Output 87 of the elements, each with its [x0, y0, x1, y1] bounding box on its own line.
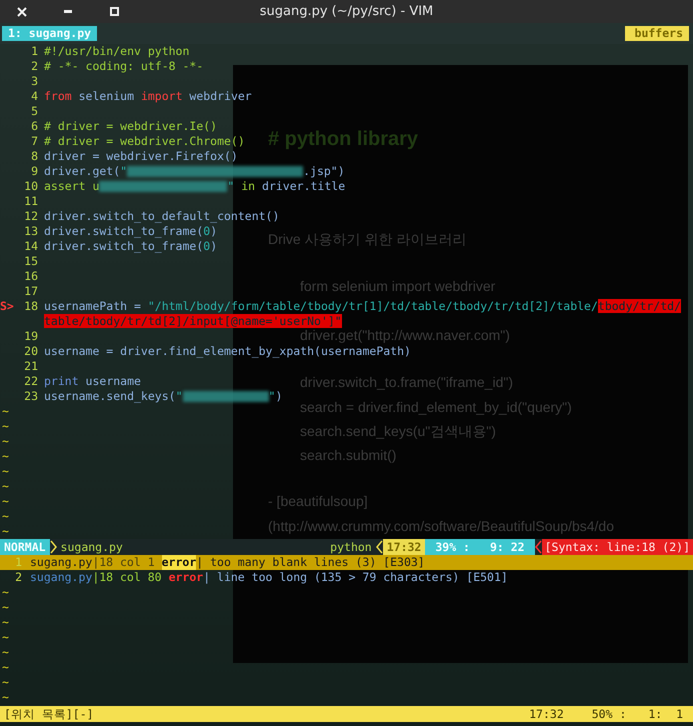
line-number: 19 — [23, 329, 38, 344]
quickfix-location: |18 col 1 — [92, 555, 155, 570]
line-number: 20 — [23, 344, 38, 359]
error-sign: S> — [0, 299, 14, 314]
empty-line-marker: ~ — [1, 600, 9, 614]
code-line: # driver = webdriver.Chrome() — [44, 134, 245, 149]
buffers-label: buffers — [624, 26, 689, 41]
code-line: usernamePath = "/html/body/form/table/tbody/tr[1]/td/table/tbody/tr/td[2]/table/tbody/tr/td/ — [44, 299, 681, 314]
empty-line-marker: ~ — [1, 675, 9, 689]
empty-line-marker: ~ — [1, 690, 9, 704]
code-line: username.send_keys(" ") — [44, 389, 282, 404]
separator-icon — [50, 540, 57, 554]
status-file: sugang.py — [60, 539, 124, 555]
code-line: driver.switch_to_frame(0) — [44, 239, 218, 254]
code-line: driver.get(" .jsp") — [44, 164, 345, 179]
empty-line-marker: ~ — [1, 464, 9, 478]
code-line: assert u " in driver.title — [44, 179, 346, 194]
empty-line-marker: ~ — [1, 449, 9, 463]
line-number: 23 — [23, 389, 38, 404]
list-title: [위치 목록][-] — [3, 706, 95, 722]
line-number: 2 — [14, 570, 22, 585]
line-number: 16 — [23, 269, 38, 284]
close-icon — [17, 6, 27, 16]
code-line: from selenium import webdriver — [44, 89, 252, 104]
quickfix-row[interactable]: 1 sugang.py|18 col 1 error| too many blank lines (3) [E303] — [0, 555, 693, 570]
line-number: 3 — [30, 74, 38, 89]
empty-line-marker: ~ — [1, 524, 9, 538]
line-number: 5 — [30, 104, 38, 119]
status-time: 17:32 — [528, 706, 565, 722]
line-number: 22 — [23, 374, 38, 389]
empty-line-marker: ~ — [1, 434, 9, 448]
maximize-icon — [110, 7, 118, 16]
line-number: 21 — [23, 359, 38, 374]
mode-indicator: NORMAL — [0, 539, 50, 555]
empty-line-marker: ~ — [1, 494, 9, 508]
empty-line-marker: ~ — [1, 419, 9, 433]
line-number: 9 — [30, 164, 38, 179]
line-number: 10 — [23, 179, 38, 194]
code-line: driver.switch_to_default_content() — [44, 209, 280, 224]
empty-line-marker: ~ — [1, 615, 9, 629]
line-number: 6 — [30, 119, 38, 134]
syntax-status: [Syntax: line:18 (2)] — [542, 539, 693, 555]
line-number: 11 — [23, 194, 38, 209]
line-number: 2 — [30, 59, 38, 74]
empty-line-marker: ~ — [1, 404, 9, 418]
quickfix-message: | too many blank lines (3) [E303] — [196, 555, 425, 570]
line-number: 17 — [23, 284, 38, 299]
line-number: 12 — [23, 209, 38, 224]
line-number: 14 — [23, 239, 38, 254]
code-line: username = driver.find_element_by_xpath(usernamePath) — [44, 344, 411, 359]
quickfix-type: error — [168, 570, 204, 585]
quickfix-type: error — [162, 555, 196, 570]
status-percent: 39% : — [425, 539, 480, 555]
empty-line-marker: ~ — [1, 585, 9, 599]
code-line: # driver = webdriver.Ie() — [44, 119, 218, 134]
code-line: driver.switch_to_frame(0) — [44, 224, 218, 239]
status-filetype: python — [329, 539, 373, 555]
code-line: driver = webdriver.Firefox() — [44, 149, 238, 164]
separator-icon — [534, 540, 542, 554]
code-line: #!/usr/bin/env python — [44, 44, 190, 59]
quickfix-file: sugang.py — [30, 570, 92, 585]
line-number: 7 — [30, 134, 38, 149]
line-number: 1 — [30, 44, 38, 59]
empty-line-marker: ~ — [1, 645, 9, 659]
empty-line-marker: ~ — [1, 630, 9, 644]
code-line: print username — [44, 374, 141, 389]
status-percent: 50% : — [590, 706, 628, 722]
quickfix-location: |18 col 80 — [92, 570, 162, 585]
quickfix-row[interactable]: 2 sugang.py|18 col 80 error| line too long (135 > 79 characters) [E501] — [0, 570, 693, 585]
window-title: sugang.py (~/py/src) - VIM — [258, 4, 434, 19]
status-position: 1: 1 — [647, 706, 684, 722]
line-number: 8 — [30, 149, 38, 164]
line-number: 15 — [23, 254, 38, 269]
line-number: 1 — [14, 555, 22, 570]
empty-line-marker: ~ — [1, 660, 9, 674]
empty-line-marker: ~ — [1, 509, 9, 523]
status-position: 9: 22 — [480, 539, 535, 555]
line-number: 18 — [23, 299, 38, 314]
empty-line-marker: ~ — [1, 479, 9, 493]
code-line: # -*- coding: utf-8 -*- — [44, 59, 204, 74]
separator-icon — [376, 540, 383, 554]
status-time: 17:32 — [382, 539, 426, 555]
minimize-icon — [64, 10, 72, 13]
quickfix-message: | line too long (135 > 79 characters) [E501] — [203, 570, 508, 585]
line-number: 4 — [30, 89, 38, 104]
line-number: 13 — [23, 224, 38, 239]
quickfix-file: sugang.py — [30, 555, 92, 570]
